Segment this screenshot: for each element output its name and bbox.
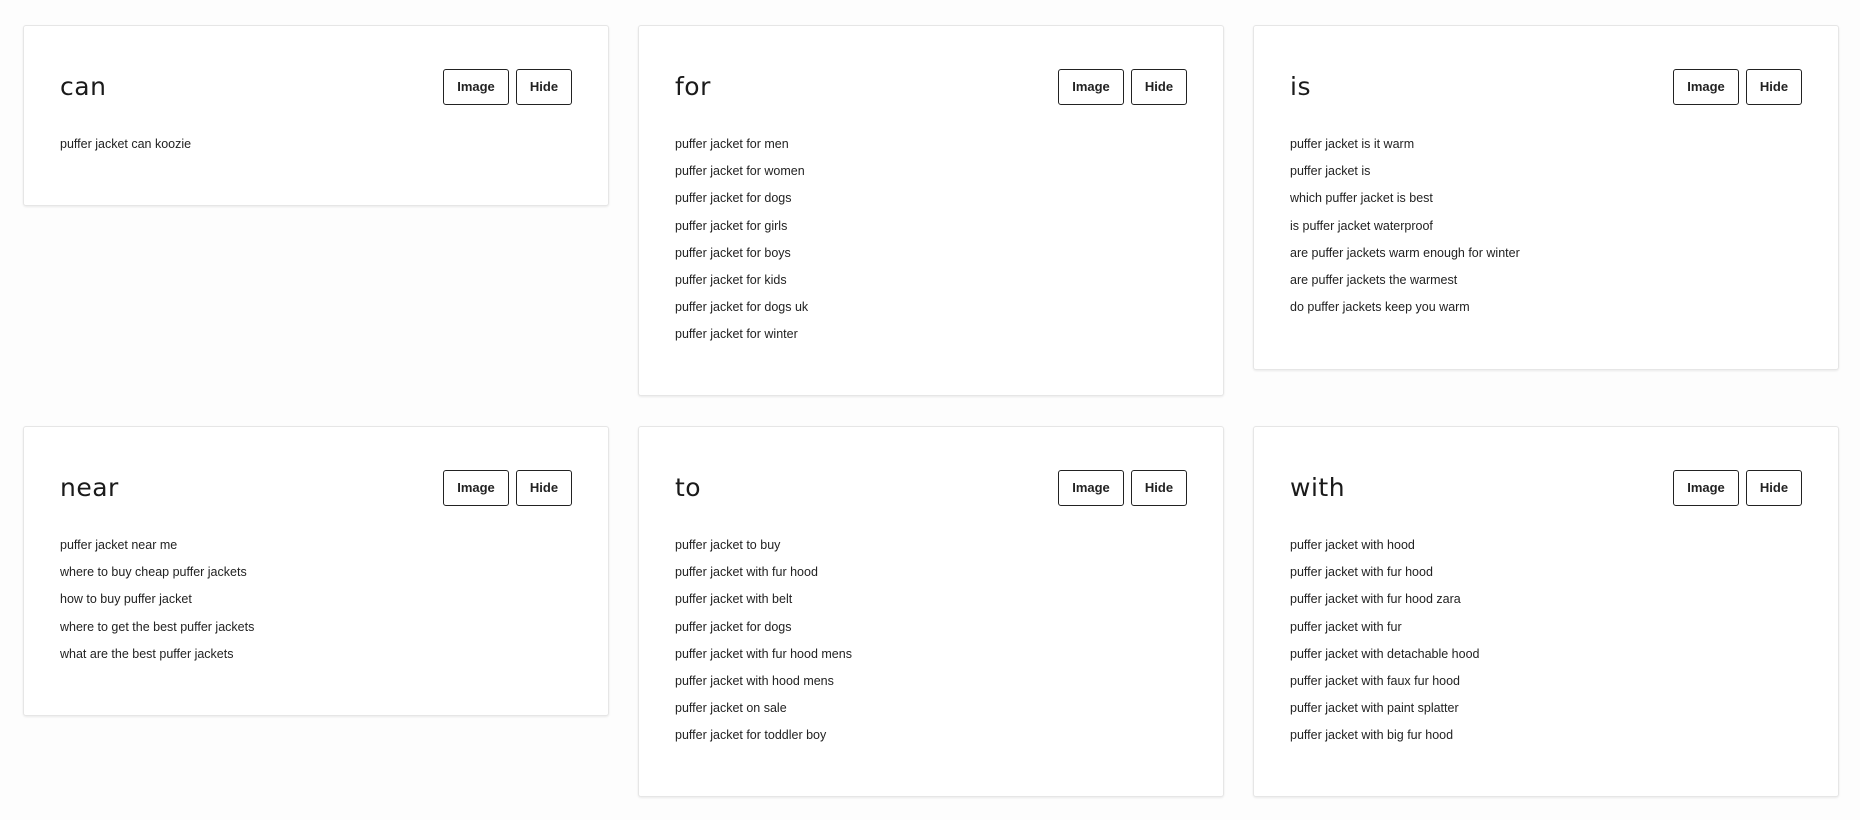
suggestion-list: puffer jacket to buy puffer jacket with … (675, 537, 852, 755)
card-actions: Image Hide (1058, 470, 1187, 506)
card-with: with Image Hide puffer jacket with hood … (1253, 426, 1839, 797)
list-item: puffer jacket with faux fur hood (1290, 673, 1461, 688)
list-item: puffer jacket with hood mens (675, 673, 834, 688)
list-item: what are the best puffer jackets (60, 646, 234, 661)
suggestion-list: puffer jacket near me where to buy cheap… (60, 537, 254, 673)
card-actions: Image Hide (1673, 470, 1802, 506)
list-item: puffer jacket for kids (675, 272, 787, 287)
image-button[interactable]: Image (1058, 470, 1124, 506)
suggestion-list: puffer jacket for men puffer jacket for … (675, 136, 808, 354)
card-actions: Image Hide (443, 470, 572, 506)
card-actions: Image Hide (443, 69, 572, 105)
list-item: puffer jacket with fur hood zara (1290, 592, 1461, 607)
hide-button[interactable]: Hide (1746, 470, 1802, 506)
list-item: puffer jacket for boys (675, 245, 791, 260)
image-button[interactable]: Image (1058, 69, 1124, 105)
card-header: with Image Hide (1290, 470, 1802, 506)
hide-button[interactable]: Hide (1131, 470, 1187, 506)
list-item: puffer jacket for girls (675, 218, 788, 233)
list-item: puffer jacket with fur hood mens (675, 646, 852, 661)
list-item: where to get the best puffer jackets (60, 619, 255, 634)
list-item: puffer jacket is it warm (1290, 137, 1415, 151)
list-item: puffer jacket with detachable hood (1290, 646, 1480, 661)
list-item: puffer jacket with fur (1290, 619, 1402, 634)
list-item: puffer jacket is (1290, 164, 1371, 179)
hide-button[interactable]: Hide (1746, 69, 1802, 105)
image-button[interactable]: Image (443, 69, 509, 105)
list-item: which puffer jacket is best (1290, 191, 1433, 206)
hide-button[interactable]: Hide (1131, 69, 1187, 105)
suggestion-list: puffer jacket can koozie (60, 136, 191, 163)
card-actions: Image Hide (1058, 69, 1187, 105)
image-button[interactable]: Image (443, 470, 509, 506)
list-item: puffer jacket for dogs (675, 619, 792, 634)
card-title: to (675, 473, 702, 502)
card-title: is (1290, 72, 1311, 101)
card-header: can Image Hide (60, 69, 572, 105)
list-item: puffer jacket for women (675, 164, 805, 179)
list-item: puffer jacket for toddler boy (675, 728, 827, 743)
list-item: puffer jacket can koozie (60, 137, 192, 151)
list-item: puffer jacket for men (675, 137, 789, 151)
list-item: do puffer jackets keep you warm (1290, 300, 1470, 315)
card-header: near Image Hide (60, 470, 572, 506)
card-for: for Image Hide puffer jacket for men puf… (638, 25, 1224, 396)
card-is: is Image Hide puffer jacket is it warm p… (1253, 25, 1839, 370)
list-item: are puffer jackets the warmest (1290, 272, 1458, 287)
card-title: near (60, 473, 119, 502)
list-item: puffer jacket with fur hood (675, 565, 818, 580)
image-button[interactable]: Image (1673, 470, 1739, 506)
list-item: puffer jacket with belt (675, 592, 793, 607)
list-item: puffer jacket to buy (675, 538, 781, 552)
suggestion-list: puffer jacket with hood puffer jacket wi… (1290, 537, 1479, 755)
card-actions: Image Hide (1673, 69, 1802, 105)
card-header: to Image Hide (675, 470, 1187, 506)
card-near: near Image Hide puffer jacket near me wh… (23, 426, 609, 716)
image-button[interactable]: Image (1673, 69, 1739, 105)
list-item: puffer jacket for winter (675, 327, 798, 342)
list-item: puffer jacket with fur hood (1290, 565, 1433, 580)
hide-button[interactable]: Hide (516, 470, 572, 506)
card-can: can Image Hide puffer jacket can koozie (23, 25, 609, 206)
card-header: for Image Hide (675, 69, 1187, 105)
list-item: puffer jacket on sale (675, 701, 787, 716)
card-title: for (675, 72, 711, 101)
list-item: is puffer jacket waterproof (1290, 218, 1433, 233)
list-item: puffer jacket near me (60, 538, 178, 552)
list-item: how to buy puffer jacket (60, 592, 192, 607)
card-to: to Image Hide puffer jacket to buy puffe… (638, 426, 1224, 797)
list-item: puffer jacket for dogs uk (675, 300, 809, 315)
list-item: where to buy cheap puffer jackets (60, 565, 247, 580)
list-item: puffer jacket for dogs (675, 191, 792, 206)
list-item: puffer jacket with hood (1290, 538, 1415, 552)
card-title: can (60, 72, 107, 101)
card-title: with (1290, 473, 1346, 502)
suggestion-list: puffer jacket is it warm puffer jacket i… (1290, 136, 1520, 326)
card-header: is Image Hide (1290, 69, 1802, 105)
hide-button[interactable]: Hide (516, 69, 572, 105)
list-item: puffer jacket with big fur hood (1290, 728, 1454, 743)
list-item: puffer jacket with paint splatter (1290, 701, 1459, 716)
list-item: are puffer jackets warm enough for winte… (1290, 245, 1520, 260)
